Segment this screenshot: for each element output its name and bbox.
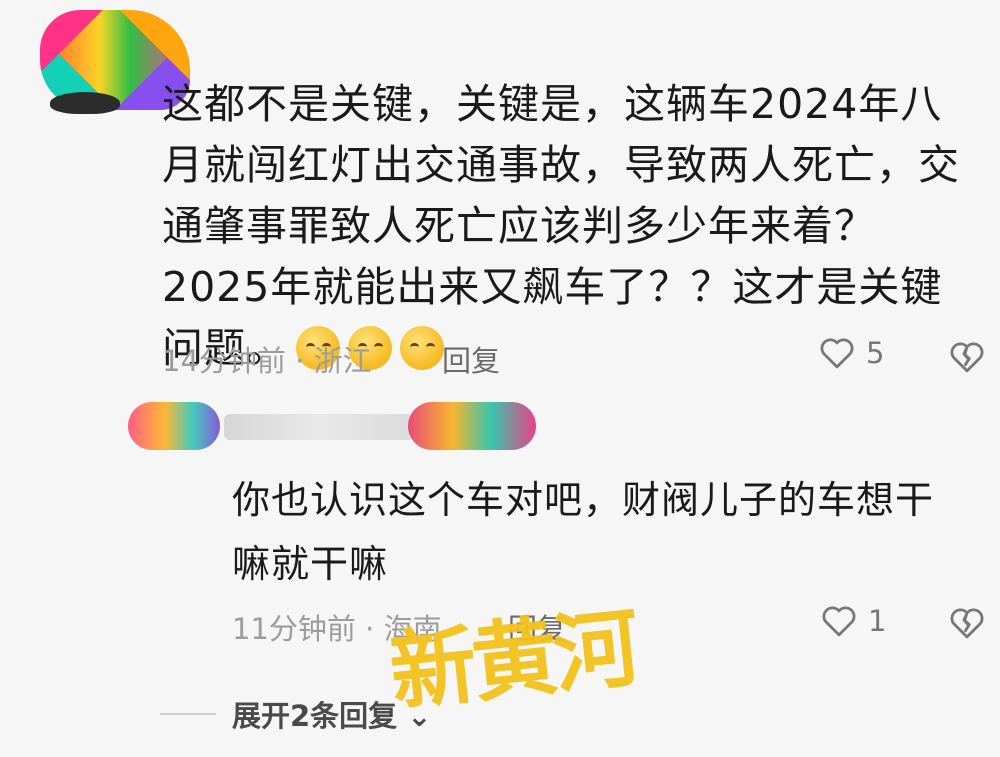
reply-button[interactable]: 回复 xyxy=(442,338,500,380)
like-button[interactable]: 5 xyxy=(818,336,884,370)
reply-username-blurred[interactable] xyxy=(224,414,414,440)
comment-time: 14分钟前 xyxy=(162,344,286,378)
reply-time: 11分钟前 xyxy=(232,612,356,646)
reply-avatar[interactable] xyxy=(128,402,220,450)
broken-heart-icon xyxy=(950,608,984,639)
heart-icon xyxy=(822,606,856,637)
like-count: 5 xyxy=(866,336,885,370)
expand-label: 展开2条回复 xyxy=(232,699,398,733)
face-emoji-icon xyxy=(400,326,444,370)
comment-text: 这都不是关键，关键是，这辆车2024年八月就闯红灯出交通事故，导致两人死亡，交通… xyxy=(162,74,982,379)
comment-meta: 14分钟前 · 浙江 xyxy=(162,344,372,378)
reply-like-button[interactable]: 1 xyxy=(820,604,886,638)
comment-body: 这都不是关键，关键是，这辆车2024年八月就闯红灯出交通事故，导致两人死亡，交通… xyxy=(162,80,960,372)
heart-icon xyxy=(820,338,854,369)
comment-location: 浙江 xyxy=(313,344,372,378)
watermark-logo: 新黄河 xyxy=(385,597,641,724)
reply-dislike-button[interactable] xyxy=(948,606,986,644)
broken-heart-icon xyxy=(950,342,984,373)
reply-text: 你也认识这个车对吧，财阀儿子的车想干嘛就干嘛 xyxy=(232,478,935,586)
reply-like-count: 1 xyxy=(868,604,887,638)
dislike-button[interactable] xyxy=(948,340,986,378)
reply-badge-blurred xyxy=(408,402,536,450)
divider xyxy=(160,713,216,715)
